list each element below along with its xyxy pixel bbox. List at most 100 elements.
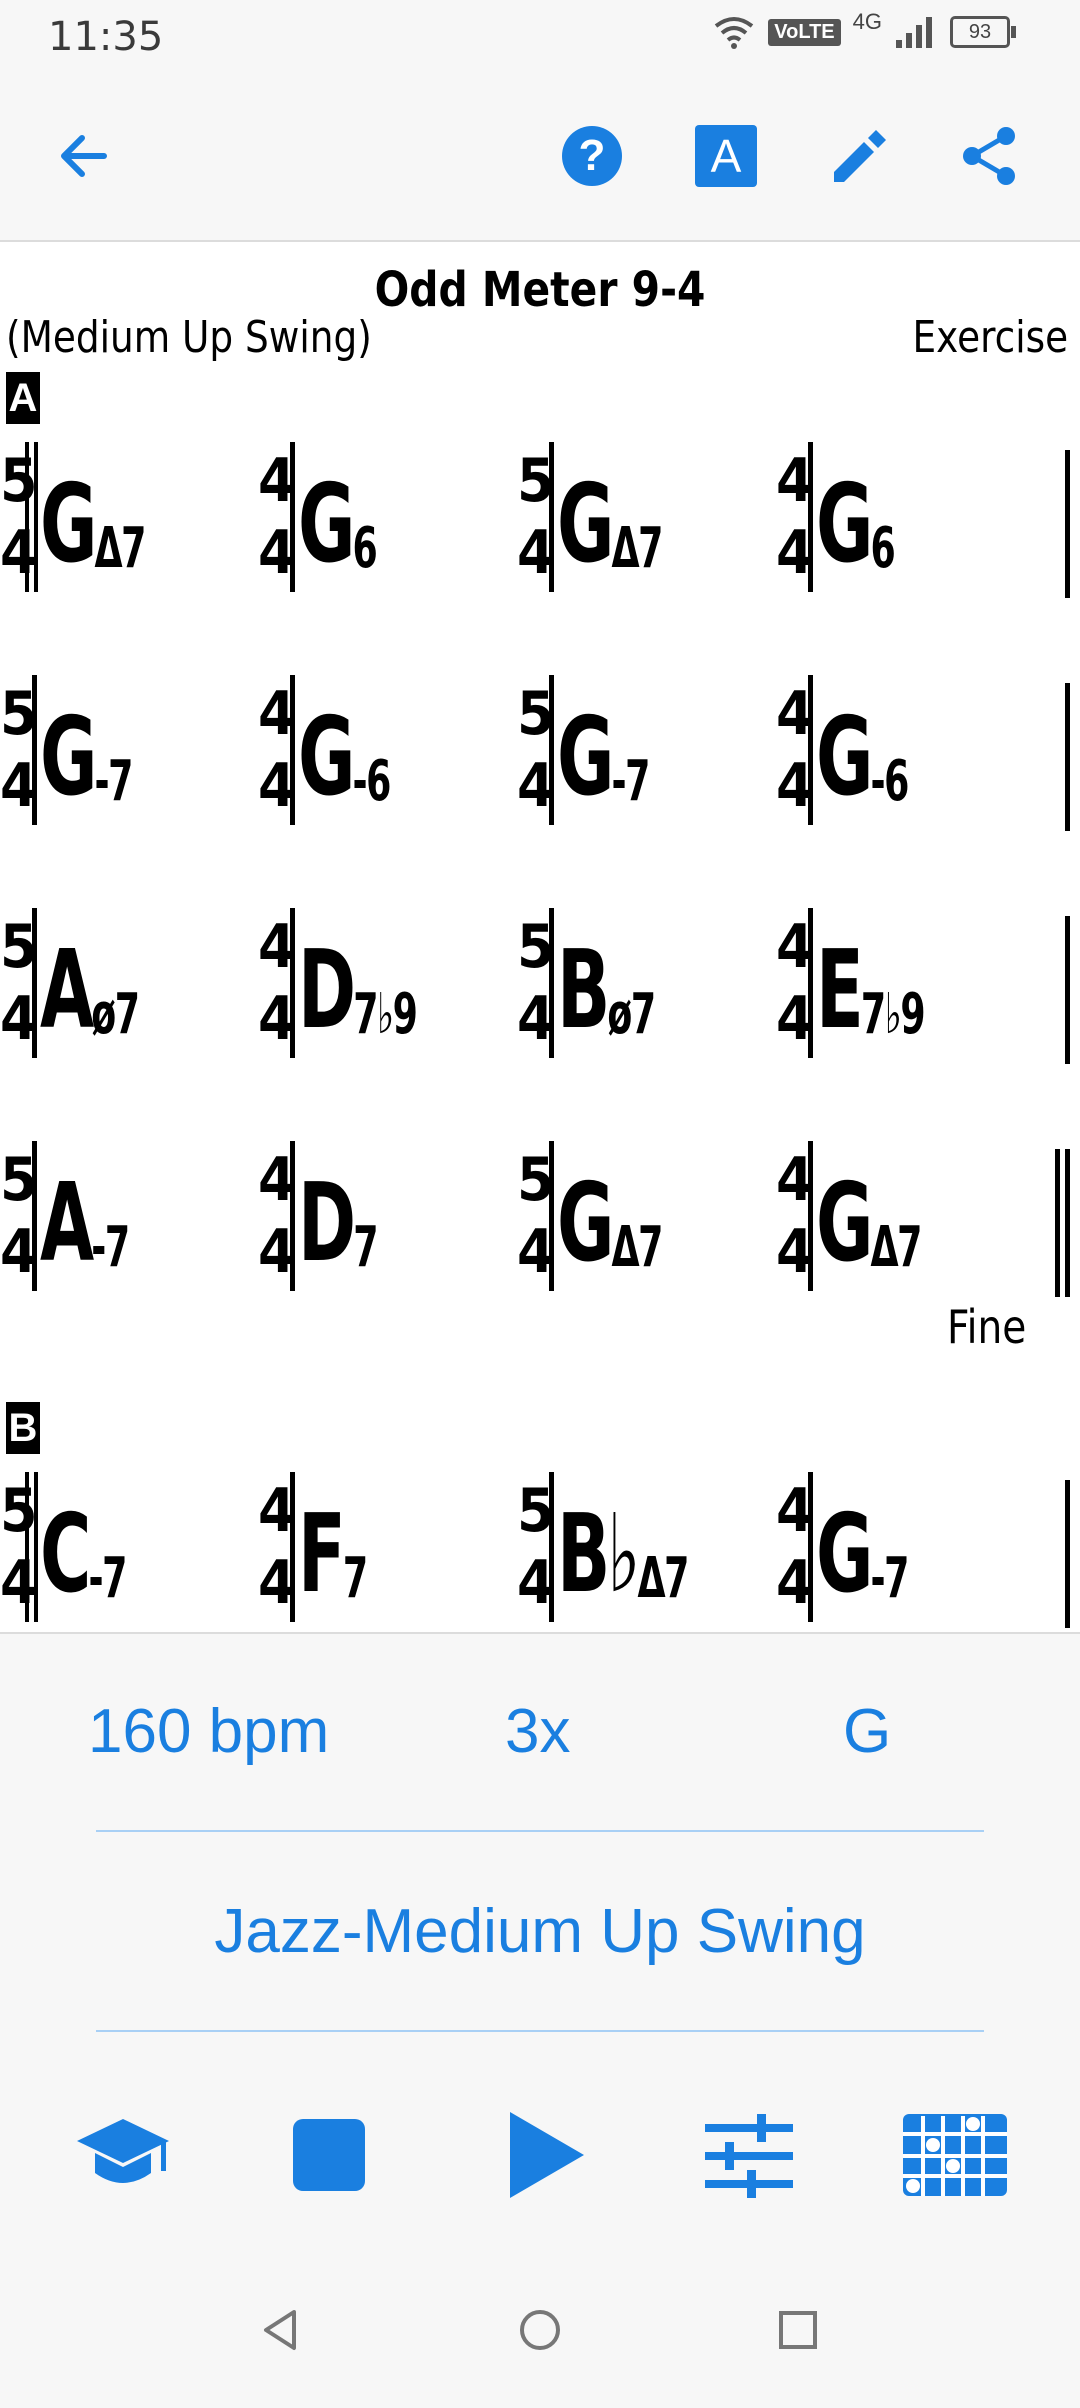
fine-marker: Fine xyxy=(947,1300,1027,1354)
barline xyxy=(808,675,813,825)
measure[interactable]: 54 G-7 xyxy=(0,665,258,835)
time-signature: 54 xyxy=(517,1476,555,1618)
network-type: 4G xyxy=(852,9,882,34)
chord-symbol: GΔ7 xyxy=(40,462,146,587)
double-barline xyxy=(34,442,38,592)
barline xyxy=(549,675,554,825)
edit-pencil-icon[interactable] xyxy=(826,124,890,188)
nav-back-icon[interactable] xyxy=(250,2300,310,2360)
back-arrow-icon[interactable] xyxy=(52,124,116,188)
practice-graduation-cap-icon[interactable] xyxy=(68,2100,178,2210)
chord-symbol: B♭Δ7 xyxy=(557,1492,689,1617)
battery-indicator: 93 xyxy=(950,16,1016,48)
time-signature: 44 xyxy=(776,679,814,821)
time-signature: 54 xyxy=(0,446,38,588)
share-icon[interactable] xyxy=(958,124,1022,188)
barline xyxy=(549,908,554,1058)
stop-icon[interactable] xyxy=(274,2100,384,2210)
measure[interactable]: 44 E7♭9 xyxy=(776,898,1034,1068)
barline xyxy=(808,1472,813,1622)
chord-symbol: GΔ7 xyxy=(816,1161,922,1286)
play-icon[interactable] xyxy=(490,2100,600,2210)
rehearsal-mark-a: A xyxy=(6,372,40,424)
font-a-icon[interactable]: A xyxy=(694,124,758,188)
measure[interactable]: 54 A-7 xyxy=(0,1131,258,1301)
divider xyxy=(96,2030,984,2032)
help-icon-glyph: ? xyxy=(578,131,606,180)
measure[interactable]: 54 B♭Δ7 xyxy=(517,1462,775,1632)
chord-symbol: G-7 xyxy=(40,695,133,820)
measure[interactable]: 54 Bø7 xyxy=(517,898,775,1068)
measure[interactable]: 44 G6 xyxy=(776,432,1034,602)
barline xyxy=(290,675,295,825)
barline xyxy=(290,442,295,592)
time-signature: 54 xyxy=(0,912,38,1054)
time-signature: 44 xyxy=(776,446,814,588)
time-signature: 54 xyxy=(0,679,38,821)
chord-symbol: G6 xyxy=(298,462,378,587)
barline xyxy=(32,675,37,825)
status-bar: 11:35 VoLTE 4G 93 xyxy=(0,0,1080,72)
measure[interactable]: 54 C-7 xyxy=(0,1462,258,1632)
wifi-icon xyxy=(715,17,754,49)
font-icon-letter: A xyxy=(710,130,742,182)
measure[interactable]: 44 D7♭9 xyxy=(258,898,516,1068)
time-signature: 44 xyxy=(258,1476,296,1618)
time-signature: 44 xyxy=(776,1145,814,1287)
rehearsal-mark-b: B xyxy=(6,1402,40,1454)
time-signature: 44 xyxy=(258,1145,296,1287)
barline xyxy=(549,442,554,592)
measure[interactable]: 54 GΔ7 xyxy=(517,432,775,602)
measure[interactable]: 44 G-6 xyxy=(776,665,1034,835)
barline xyxy=(290,908,295,1058)
nav-home-icon[interactable] xyxy=(510,2300,570,2360)
signal-icon xyxy=(896,17,932,48)
system-nav-bar xyxy=(0,2260,1080,2408)
song-style: (Medium Up Swing) xyxy=(6,312,372,363)
time-signature: 54 xyxy=(0,1476,38,1618)
nav-recents-icon[interactable] xyxy=(768,2300,828,2360)
bottom-toolbar xyxy=(0,2070,1080,2230)
measure[interactable]: 54 GΔ7 xyxy=(517,1131,775,1301)
tempo-button[interactable]: 160 bpm xyxy=(88,1696,329,1767)
mixer-sliders-icon[interactable] xyxy=(694,2100,804,2210)
time-signature: 54 xyxy=(517,679,555,821)
style-button[interactable]: Jazz-Medium Up Swing xyxy=(0,1896,1080,1967)
divider xyxy=(96,1830,984,1832)
measure[interactable]: 44 D7 xyxy=(258,1131,516,1301)
end-barline xyxy=(1065,683,1070,831)
volte-badge: VoLTE xyxy=(768,18,841,46)
chord-symbol: G6 xyxy=(816,462,896,587)
chord-symbol: G-6 xyxy=(298,695,391,820)
measure[interactable]: 54 GΔ7 xyxy=(0,432,258,602)
chord-symbol: D7 xyxy=(298,1161,378,1286)
chord-symbol: G-7 xyxy=(557,695,650,820)
chord-diagram-grid-icon[interactable] xyxy=(900,2100,1010,2210)
measure[interactable]: 54 Aø7 xyxy=(0,898,258,1068)
key-button[interactable]: G xyxy=(843,1696,891,1767)
chord-symbol: Bø7 xyxy=(557,928,656,1053)
measure[interactable]: 44 F7 xyxy=(258,1462,516,1632)
song-composer: Exercise xyxy=(912,312,1068,363)
chord-chart[interactable]: Odd Meter 9-4 (Medium Up Swing) Exercise… xyxy=(0,242,1080,1634)
chord-symbol: Aø7 xyxy=(40,928,140,1053)
time-signature: 54 xyxy=(0,1145,38,1287)
chart-row: 54 G-7 44 G-6 54 G-7 44 G-6 xyxy=(0,665,1080,835)
repeats-button[interactable]: 3x xyxy=(505,1696,570,1767)
barline xyxy=(32,1141,37,1291)
barline xyxy=(32,908,37,1058)
barline xyxy=(290,1141,295,1291)
status-time: 11:35 xyxy=(48,14,164,60)
chord-symbol: D7♭9 xyxy=(298,928,418,1053)
help-icon[interactable]: ? xyxy=(560,124,624,188)
chart-row: 54 A-7 44 D7 54 GΔ7 44 GΔ7 xyxy=(0,1131,1080,1301)
end-barline xyxy=(1065,916,1070,1064)
measure[interactable]: 44 G-7 xyxy=(776,1462,1034,1632)
measure[interactable]: 54 G-7 xyxy=(517,665,775,835)
measure[interactable]: 44 GΔ7 xyxy=(776,1131,1034,1301)
measure[interactable]: 44 G-6 xyxy=(258,665,516,835)
chord-symbol: F7 xyxy=(298,1492,368,1617)
time-signature: 44 xyxy=(258,446,296,588)
measure[interactable]: 44 G6 xyxy=(258,432,516,602)
chord-symbol: G-7 xyxy=(816,1492,909,1617)
